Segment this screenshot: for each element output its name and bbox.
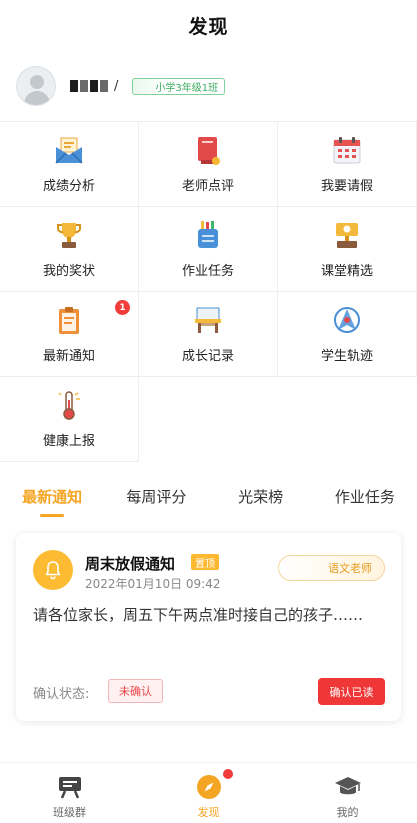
user-name-suffix: / xyxy=(114,78,119,94)
tab-label: 最新通知 xyxy=(22,488,83,506)
feature-leave-request[interactable]: 我要请假 xyxy=(278,122,417,207)
clipboard-icon xyxy=(59,307,79,334)
page-title: 发现 xyxy=(188,15,229,38)
user-name-redacted: / xyxy=(70,78,119,94)
feature-homework[interactable]: 作业任务 xyxy=(139,207,278,292)
status-badge: 未确认 xyxy=(108,679,163,703)
feature-grade-analysis[interactable]: 成绩分析 xyxy=(0,122,139,207)
feature-label: 最新通知 xyxy=(42,349,95,364)
nav-class-group[interactable]: 班级群 xyxy=(0,763,139,823)
notice-title: 周末放假通知 xyxy=(85,555,176,573)
tab-weekly-score[interactable]: 每周评分 xyxy=(104,475,208,507)
confirm-status-label: 确认状态: xyxy=(33,687,90,702)
calendar-icon xyxy=(333,137,361,164)
thermometer-icon xyxy=(58,391,80,420)
feature-student-track[interactable]: 学生轨迹 xyxy=(278,292,417,377)
podium-icon xyxy=(336,223,358,248)
notification-badge: 1 xyxy=(115,300,130,315)
avatar[interactable] xyxy=(16,66,56,106)
trophy-icon xyxy=(57,223,81,248)
tab-homework[interactable]: 作业任务 xyxy=(313,475,417,507)
class-group-icon xyxy=(55,773,85,801)
bottom-nav: 班级群 发现 我的 xyxy=(0,762,417,823)
profile-row[interactable]: / 小学3年级1班 xyxy=(0,55,417,117)
feature-label: 健康上报 xyxy=(42,434,95,449)
nav-label: 发现 xyxy=(197,806,220,819)
compass-icon xyxy=(334,307,360,333)
notice-time: 2022年01月10日 09:42 xyxy=(85,577,221,591)
notice-card[interactable]: 周末放假通知 置顶 2022年01月10日 09:42 语文老师 请各位家长，周… xyxy=(16,533,401,721)
feature-my-awards[interactable]: 我的奖状 xyxy=(0,207,139,292)
nav-mine[interactable]: 我的 xyxy=(278,763,417,823)
top-bar: 发现 xyxy=(0,0,417,50)
discover-compass-icon xyxy=(194,773,224,801)
feature-latest-notice[interactable]: 最新通知 1 xyxy=(0,292,139,377)
pencil-case-icon xyxy=(198,221,218,248)
feature-teacher-review[interactable]: 老师点评 xyxy=(139,122,278,207)
unread-dot xyxy=(223,769,233,779)
feature-health-report[interactable]: 健康上报 xyxy=(0,377,139,462)
tab-label: 光荣榜 xyxy=(238,488,284,506)
active-tab-indicator xyxy=(40,514,65,517)
feature-label: 学生轨迹 xyxy=(320,349,373,364)
feature-label: 老师点评 xyxy=(181,179,234,194)
feature-label: 成长记录 xyxy=(181,349,234,364)
envelope-icon xyxy=(55,137,83,164)
feature-label: 作业任务 xyxy=(181,264,234,279)
tab-bar: 最新通知 每周评分 光荣榜 作业任务 xyxy=(0,475,417,519)
feature-label: 我的奖状 xyxy=(42,264,95,279)
notice-body: 请各位家长，周五下午两点准时接自己的孩子…… xyxy=(33,606,364,624)
pinned-badge: 置顶 xyxy=(191,554,219,570)
feature-label: 我要请假 xyxy=(320,179,373,194)
feature-grid: 成绩分析 老师点评 我要请假 我的奖状 作业任务 课堂精选 最新通知 1 成长记… xyxy=(0,121,417,462)
confirm-read-button[interactable]: 确认已读 xyxy=(318,678,385,705)
graduation-cap-icon xyxy=(333,773,363,801)
feature-label: 成绩分析 xyxy=(42,179,95,194)
book-icon xyxy=(198,137,220,165)
feature-class-highlights[interactable]: 课堂精选 xyxy=(278,207,417,292)
feature-growth-record[interactable]: 成长记录 xyxy=(139,292,278,377)
tab-honor-roll[interactable]: 光荣榜 xyxy=(209,475,313,507)
nav-label: 我的 xyxy=(336,806,359,819)
feature-label: 课堂精选 xyxy=(320,264,373,279)
nav-label: 班级群 xyxy=(53,806,86,819)
tab-latest-notice[interactable]: 最新通知 xyxy=(0,475,104,517)
tab-label: 作业任务 xyxy=(334,488,395,506)
bell-icon xyxy=(33,550,73,590)
class-tag: 小学3年级1班 xyxy=(132,77,226,95)
desk-icon xyxy=(195,307,221,333)
teacher-tag: 语文老师 xyxy=(278,555,385,581)
nav-discover[interactable]: 发现 xyxy=(139,763,278,823)
tab-label: 每周评分 xyxy=(126,488,187,506)
